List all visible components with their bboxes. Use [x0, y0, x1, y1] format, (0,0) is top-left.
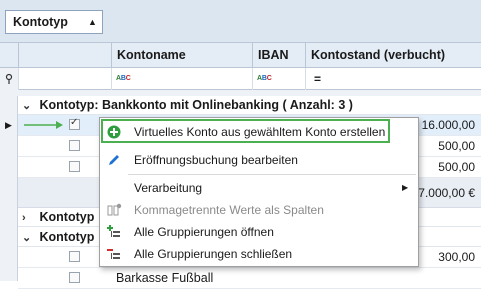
chevron-down-icon[interactable]: ⌄	[22, 97, 36, 116]
menu-item-edit-opening-booking[interactable]: Eröffnungsbuchung bearbeiten	[100, 149, 418, 171]
filter-cell-checkbox[interactable]	[18, 68, 111, 90]
filter-pin-icon	[5, 73, 13, 84]
filter-row: ABC ABC =	[0, 68, 481, 90]
row-balance: 500,00	[438, 139, 475, 153]
row-checkbox[interactable]	[69, 117, 80, 130]
menu-item-comma-separated-columns: Kommagetrennte Werte als Spalten	[100, 199, 418, 221]
column-header-row: Kontoname IBAN Kontostand (verbucht)	[0, 43, 481, 68]
current-row-pointer-icon: ▶	[5, 120, 12, 130]
filter-row-indicator	[0, 68, 18, 90]
menu-item-label: Alle Gruppierungen öffnen	[134, 225, 274, 239]
group-row-label: Kontotyp: Bankkonto mit Onlinebanking ( …	[39, 98, 353, 112]
pencil-icon	[109, 155, 119, 165]
sort-ascending-icon[interactable]: ▲	[88, 11, 97, 33]
table-row[interactable]: Barkasse Fußball	[18, 268, 481, 289]
menu-item-label: Kommagetrennte Werte als Spalten	[134, 203, 324, 217]
column-header-kontoname[interactable]: Kontoname	[111, 43, 252, 68]
equals-filter-operator[interactable]: =	[305, 68, 481, 90]
highlight-frame	[101, 119, 390, 143]
chevron-right-icon[interactable]: ›	[22, 209, 36, 228]
row-balance: 16.000,00	[421, 118, 475, 132]
menu-item-label: Verarbeitung	[134, 181, 203, 195]
column-header-kontostand[interactable]: Kontostand (verbucht)	[305, 43, 481, 68]
header-checkbox-cell	[18, 43, 111, 68]
green-arrow-annotation	[24, 121, 63, 129]
menu-item-open-all-groups[interactable]: Alle Gruppierungen öffnen	[100, 221, 418, 243]
row-balance: 500,00	[438, 160, 475, 174]
group-row-label: Kontotyp	[39, 210, 95, 224]
menu-item-close-all-groups[interactable]: Alle Gruppierungen schließen	[100, 243, 418, 265]
row-balance: 300,00	[438, 250, 475, 264]
column-header-iban[interactable]: IBAN	[252, 43, 305, 68]
group-row-bankkonto[interactable]: ⌄ Kontotyp: Bankkonto mit Onlinebanking …	[18, 96, 481, 115]
row-checkbox[interactable]	[69, 161, 80, 172]
menu-item-label: Alle Gruppierungen schließen	[134, 247, 293, 261]
row-checkbox[interactable]	[69, 251, 80, 262]
chevron-down-icon[interactable]: ⌄	[22, 229, 36, 248]
group-chip-label: Kontotyp	[13, 15, 68, 29]
row-account-name: Barkasse Fußball	[116, 271, 214, 285]
expand-groups-icon	[107, 225, 120, 237]
split-columns-icon	[107, 203, 122, 216]
collapse-groups-icon	[107, 249, 120, 259]
group-chip-kontotyp[interactable]: Kontotyp ▲	[5, 10, 103, 34]
row-checkbox[interactable]	[69, 272, 80, 283]
menu-item-label: Eröffnungsbuchung bearbeiten	[134, 153, 298, 167]
abc-filter-icon[interactable]: ABC	[111, 68, 252, 90]
row-checkbox[interactable]	[69, 140, 80, 151]
header-indicator-cell	[0, 43, 18, 68]
group-by-panel: Kontotyp ▲	[0, 0, 481, 43]
submenu-arrow-icon: ▶	[402, 183, 409, 192]
abc-filter-icon[interactable]: ABC	[252, 68, 305, 90]
menu-item-processing[interactable]: Verarbeitung ▶	[100, 177, 418, 199]
menu-separator	[128, 174, 416, 175]
group-summary-total: 7.000,00 €	[418, 186, 475, 200]
group-row-label: Kontotyp	[39, 230, 95, 244]
